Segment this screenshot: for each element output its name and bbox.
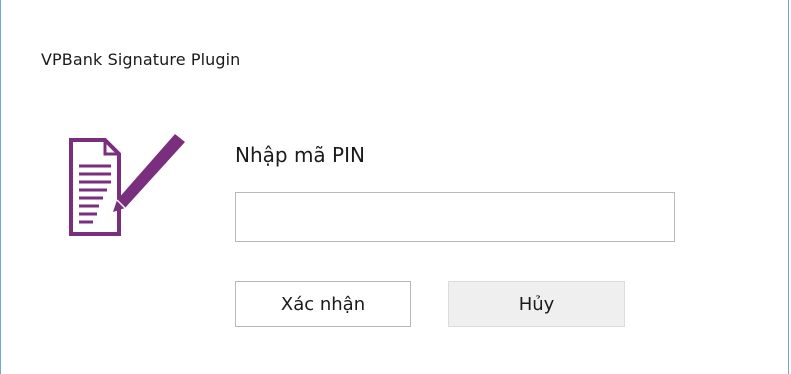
cancel-button[interactable]: Hủy xyxy=(448,281,625,327)
pin-input[interactable] xyxy=(235,192,675,242)
confirm-button[interactable]: Xác nhận xyxy=(235,281,411,327)
dialog-title: VPBank Signature Plugin xyxy=(41,50,241,69)
document-sign-icon xyxy=(69,134,185,236)
pin-label: Nhập mã PIN xyxy=(235,143,365,167)
signature-plugin-dialog: VPBank Signature Plugin Nhập mã PIN Xác … xyxy=(0,0,789,374)
